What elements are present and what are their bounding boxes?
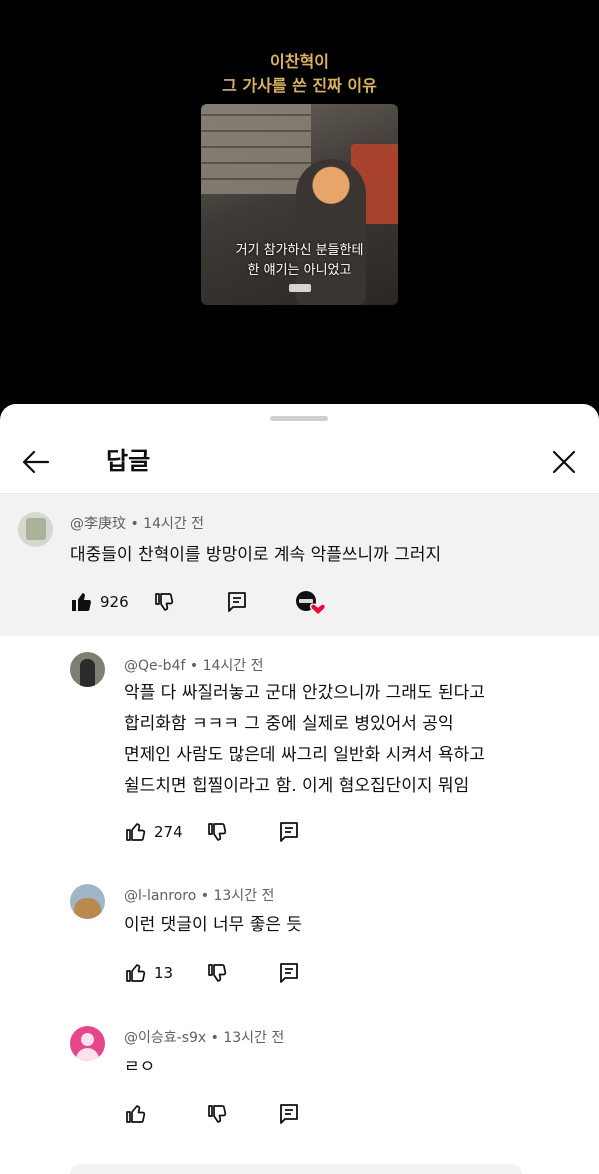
arrow-left-icon[interactable] bbox=[20, 446, 52, 478]
dislike-button[interactable] bbox=[152, 590, 176, 614]
video-thumbnail[interactable]: 거기 참가하신 분들한테 한 얘기는 아니었고 bbox=[201, 104, 398, 305]
video-title-line1: 이찬혁이 bbox=[270, 52, 329, 71]
comment-meta: @l-lanroro • 13시간 전 bbox=[124, 886, 274, 906]
comment-text-line: 합리화함 ㅋㅋㅋ 그 중에 실제로 병있어서 공익 bbox=[124, 714, 454, 734]
comment-time: • 13시간 전 bbox=[210, 1030, 285, 1046]
reply-button[interactable] bbox=[225, 590, 249, 614]
comment-text: 악플 다 싸질러놓고 군대 안갔으니까 그래도 된다고 합리화함 ㅋㅋㅋ 그 중… bbox=[124, 678, 485, 802]
like-count: 926 bbox=[100, 593, 129, 611]
reply-input-bar[interactable] bbox=[70, 1164, 522, 1174]
close-icon[interactable] bbox=[548, 446, 580, 478]
like-count: 274 bbox=[154, 823, 183, 841]
parent-comment: @李庚玟 • 14시간 전 대중들이 찬혁이를 방망이로 계속 악플쓰니까 그러… bbox=[0, 494, 599, 636]
like-button[interactable]: 926 bbox=[70, 590, 129, 614]
thumbs-up-icon bbox=[70, 590, 94, 614]
video-title-line2: 그 가사를 쓴 진짜 이유 bbox=[222, 76, 377, 95]
comment-author[interactable]: @李庚玟 bbox=[70, 516, 126, 532]
like-button[interactable] bbox=[124, 1102, 148, 1126]
comment-text-line: ㄹㅇ bbox=[124, 1057, 156, 1077]
comment-author[interactable]: @l-lanroro bbox=[124, 888, 196, 904]
comment-text: 대중들이 찬혁이를 방망이로 계속 악플쓰니까 그러지 bbox=[70, 545, 442, 565]
replies-sheet: 답글 @李庚玟 • 14시간 전 대중들이 찬혁이를 방망이로 계속 악플쓰니까… bbox=[0, 404, 599, 1174]
reply-icon bbox=[277, 820, 301, 844]
video-subtitle: 거기 참가하신 분들한테 한 얘기는 아니었고 bbox=[201, 241, 398, 281]
comment-meta: @李庚玟 • 14시간 전 bbox=[70, 514, 204, 534]
comment-author[interactable]: @Qe-b4f bbox=[124, 658, 185, 674]
reply-button[interactable] bbox=[277, 1102, 301, 1126]
thumbnail-brick-wall bbox=[201, 104, 311, 194]
video-player[interactable]: 이찬혁이 그 가사를 쓴 진짜 이유 거기 참가하신 분들한테 한 얘기는 아니… bbox=[0, 0, 599, 420]
dislike-button[interactable] bbox=[205, 820, 229, 844]
comment-time: • 14시간 전 bbox=[130, 516, 205, 532]
reply-button[interactable] bbox=[277, 820, 301, 844]
video-subtitle-line1: 거기 참가하신 분들한테 bbox=[235, 243, 364, 258]
creator-heart bbox=[295, 590, 327, 616]
avatar[interactable] bbox=[18, 512, 53, 547]
comment-text-line: 악플 다 싸질러놓고 군대 안갔으니까 그래도 된다고 bbox=[124, 683, 485, 703]
comment-text-line: 쉴드치면 힙찔이라고 함. 이게 혐오집단이지 뭐임 bbox=[124, 776, 470, 796]
reply-icon bbox=[225, 590, 249, 614]
comment-text: ㄹㅇ bbox=[124, 1052, 155, 1083]
like-button[interactable]: 13 bbox=[124, 961, 173, 985]
comment-time: • 14시간 전 bbox=[189, 658, 264, 674]
avatar[interactable] bbox=[70, 884, 105, 919]
dislike-button[interactable] bbox=[205, 1102, 229, 1126]
comment-text-line: 이런 댓글이 너무 좋은 듯 bbox=[124, 915, 303, 935]
avatar[interactable] bbox=[70, 652, 105, 687]
avatar[interactable] bbox=[70, 1026, 105, 1061]
comment-author[interactable]: @이승효-s9x bbox=[124, 1030, 206, 1046]
creator-heart-icon bbox=[295, 590, 327, 616]
like-count: 13 bbox=[154, 964, 174, 982]
comment-time: • 13시간 전 bbox=[200, 888, 275, 904]
thumbs-down-icon bbox=[152, 590, 176, 614]
thumbs-up-icon bbox=[124, 1102, 148, 1126]
thumbs-down-icon bbox=[205, 961, 229, 985]
thumbs-down-icon bbox=[205, 1102, 229, 1126]
reply-button[interactable] bbox=[277, 961, 301, 985]
drag-handle[interactable] bbox=[270, 416, 328, 421]
comment-text-line: 면제인 사람도 많은데 싸그리 일반화 시켜서 욕하고 bbox=[124, 745, 485, 765]
reply-icon bbox=[277, 961, 301, 985]
sheet-header: 답글 bbox=[0, 428, 599, 494]
thumbs-up-icon bbox=[124, 961, 148, 985]
comment-meta: @이승효-s9x • 13시간 전 bbox=[124, 1028, 284, 1048]
comment-meta: @Qe-b4f • 14시간 전 bbox=[124, 656, 264, 676]
sheet-title: 답글 bbox=[106, 447, 151, 475]
thumbs-up-icon bbox=[124, 820, 148, 844]
dislike-button[interactable] bbox=[205, 961, 229, 985]
video-title: 이찬혁이 그 가사를 쓴 진짜 이유 bbox=[0, 50, 599, 98]
video-subtitle-line2: 한 얘기는 아니었고 bbox=[247, 263, 352, 278]
channel-watermark bbox=[289, 284, 311, 292]
thumbs-down-icon bbox=[205, 820, 229, 844]
comment-text: 이런 댓글이 너무 좋은 듯 bbox=[124, 910, 302, 941]
like-button[interactable]: 274 bbox=[124, 820, 183, 844]
reply-icon bbox=[277, 1102, 301, 1126]
